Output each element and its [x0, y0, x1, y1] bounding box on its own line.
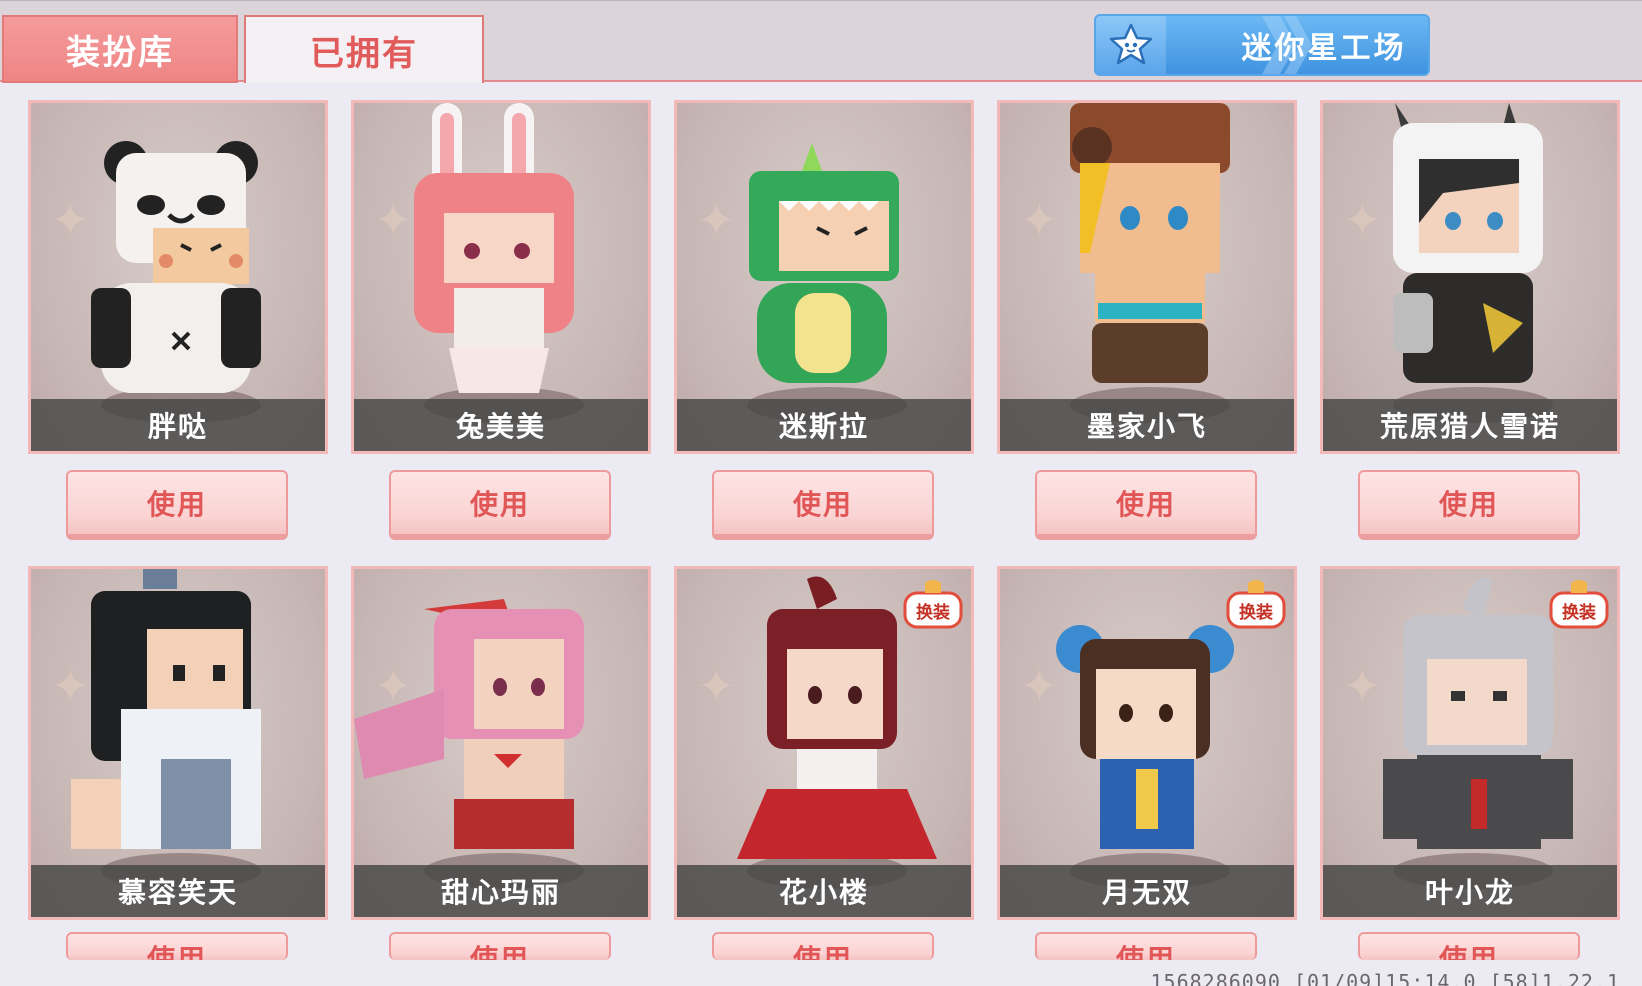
- skin-library-screen: 装扮库 已拥有 迷你星工场 ✦ 胖哒 ✦ 兔美美 ✦ 迷斯拉 ✦ 墨家小飞 ✦ …: [0, 0, 1642, 986]
- bunny-girl-avatar: [414, 103, 574, 393]
- tab-owned[interactable]: 已拥有: [244, 15, 484, 83]
- skin-card-3[interactable]: ✦ 墨家小飞: [997, 100, 1297, 454]
- pink-hair-girl-avatar: [354, 599, 584, 849]
- use-button-2[interactable]: 使用: [712, 470, 934, 540]
- skin-name: 月无双: [1000, 865, 1294, 917]
- use-button-9[interactable]: 使用: [1358, 932, 1580, 960]
- skin-name: 甜心玛丽: [354, 865, 648, 917]
- debug-build-info: 1568286090 [01/09]15:14.0 [58]1.22.1: [1150, 970, 1620, 986]
- wolf-hunter-avatar: [1393, 103, 1543, 383]
- use-button-5[interactable]: 使用: [66, 932, 288, 960]
- use-button-0[interactable]: 使用: [66, 470, 288, 540]
- svg-text:换装: 换装: [916, 602, 950, 623]
- swap-outfit-badge-icon: 换装: [1226, 580, 1286, 629]
- skin-name: 墨家小飞: [1000, 399, 1294, 451]
- use-button-8[interactable]: 使用: [1035, 932, 1257, 960]
- swordsman-avatar: [71, 569, 261, 849]
- skin-card-9[interactable]: ✦ 换装 叶小龙: [1320, 566, 1620, 920]
- star-icon: [1096, 16, 1166, 74]
- panda-avatar: [91, 141, 261, 393]
- aviator-avatar: [1070, 103, 1230, 383]
- dino-avatar: [749, 143, 899, 383]
- skin-card-0[interactable]: ✦ 胖哒: [28, 100, 328, 454]
- skin-name: 迷斯拉: [677, 399, 971, 451]
- use-button-1[interactable]: 使用: [389, 470, 611, 540]
- use-button-3[interactable]: 使用: [1035, 470, 1257, 540]
- skin-name: 兔美美: [354, 399, 648, 451]
- skin-card-8[interactable]: ✦ 换装 月无双: [997, 566, 1297, 920]
- skin-name: 胖哒: [31, 399, 325, 451]
- workshop-label: 迷你星工场: [1241, 31, 1407, 66]
- header-bar: 装扮库 已拥有 迷你星工场: [0, 0, 1642, 83]
- skin-name: 荒原猎人雪诺: [1323, 399, 1617, 451]
- use-button-6[interactable]: 使用: [389, 932, 611, 960]
- use-button-7[interactable]: 使用: [712, 932, 934, 960]
- skin-name: 花小楼: [677, 865, 971, 917]
- skin-card-2[interactable]: ✦ 迷斯拉: [674, 100, 974, 454]
- skin-card-1[interactable]: ✦ 兔美美: [351, 100, 651, 454]
- swap-outfit-badge-icon: 换装: [1549, 580, 1609, 629]
- svg-text:换装: 换装: [1239, 602, 1273, 623]
- skin-card-7[interactable]: ✦ 换装 花小楼: [674, 566, 974, 920]
- swap-outfit-badge-icon: 换装: [903, 580, 963, 629]
- skin-name: 慕容笑天: [31, 865, 325, 917]
- tab-skin-library[interactable]: 装扮库: [2, 15, 238, 83]
- skin-card-5[interactable]: ✦ 慕容笑天: [28, 566, 328, 920]
- svg-text:换装: 换装: [1562, 602, 1596, 623]
- skin-card-6[interactable]: ✦ 甜心玛丽: [351, 566, 651, 920]
- skin-card-4[interactable]: ✦ 荒原猎人雪诺: [1320, 100, 1620, 454]
- skin-name: 叶小龙: [1323, 865, 1617, 917]
- mini-star-workshop-button[interactable]: 迷你星工场: [1094, 14, 1430, 76]
- use-button-4[interactable]: 使用: [1358, 470, 1580, 540]
